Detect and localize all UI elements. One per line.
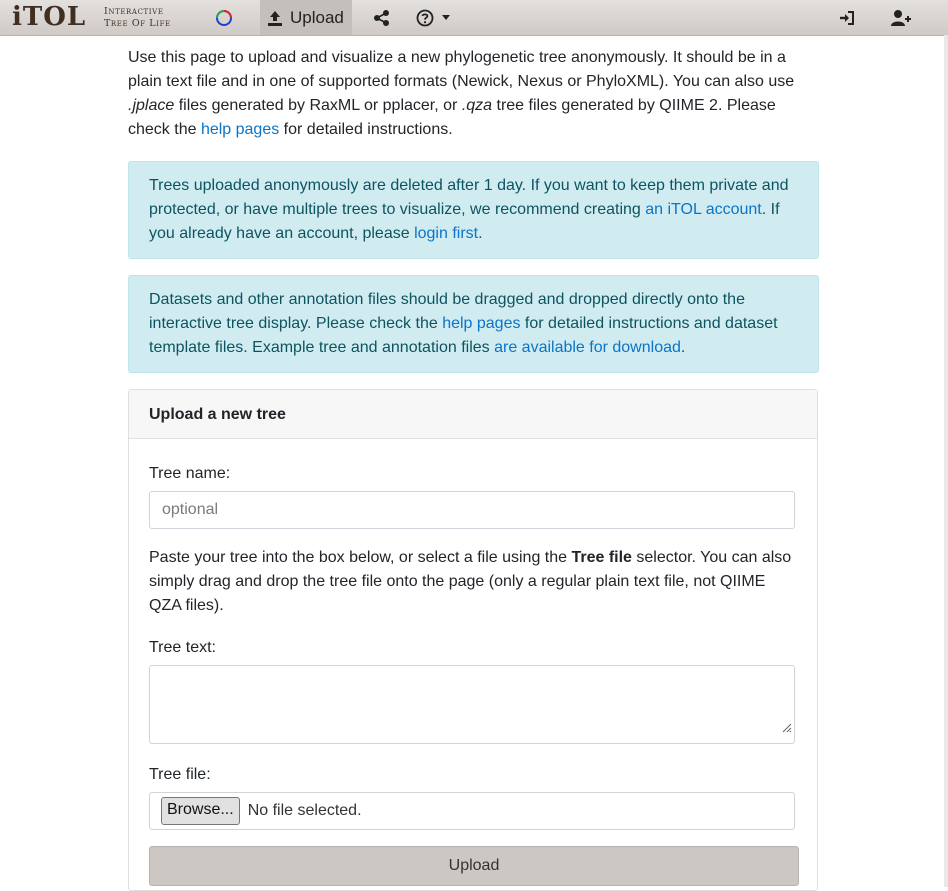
chevron-down-icon (442, 15, 450, 20)
intro-text-1: Use this page to upload and visualize a … (128, 49, 795, 90)
help-pages-link[interactable]: help pages (201, 121, 279, 138)
jplace-text: .jplace (128, 97, 175, 114)
top-navbar: iTOL Interactive Tree Of Life Upload (0, 0, 948, 36)
upload-button[interactable]: Upload (149, 846, 799, 886)
upload-icon (266, 9, 284, 27)
upload-tree-card: Upload a new tree Tree name: Paste your … (128, 389, 818, 891)
help-menu[interactable] (416, 0, 456, 35)
logo-subtitle-line1: Interactive (104, 6, 164, 17)
datasets-info-alert: Datasets and other annotation files shou… (128, 275, 819, 373)
resize-handle-icon[interactable] (780, 717, 792, 741)
logo-subtitle: Interactive Tree Of Life (104, 6, 204, 30)
paste-instructions: Paste your tree into the box below, or s… (149, 546, 799, 618)
scrollbar[interactable] (944, 35, 948, 887)
alert1-text-3: . (478, 225, 483, 242)
tree-text-area[interactable] (149, 665, 795, 744)
file-status-text: No file selected. (247, 802, 362, 819)
help-pages-link-2[interactable]: help pages (442, 315, 520, 332)
tree-name-label: Tree name: (149, 465, 231, 482)
intro-section: Use this page to upload and visualize a … (128, 46, 818, 142)
help-icon (416, 9, 434, 27)
paste-text-1: Paste your tree into the box below, or s… (149, 549, 572, 566)
intro-paragraph: Use this page to upload and visualize a … (128, 46, 818, 142)
nav-upload-tab[interactable]: Upload (260, 0, 352, 35)
intro-text-4: for detailed instructions. (279, 121, 453, 138)
tree-file-bold: Tree file (571, 549, 632, 566)
login-icon[interactable] (838, 0, 858, 35)
tree-text-label: Tree text: (149, 639, 216, 656)
itol-account-link[interactable]: an iTOL account (645, 201, 762, 218)
palette-icon[interactable] (214, 0, 236, 35)
register-user-icon[interactable] (890, 0, 914, 35)
logo-subtitle-line2: Tree Of Life (104, 18, 171, 29)
tree-name-input[interactable] (149, 491, 795, 529)
anonymous-upload-alert: Trees uploaded anonymously are deleted a… (128, 161, 819, 259)
login-first-link[interactable]: login first (414, 225, 478, 242)
alert2-text-3: . (680, 339, 686, 356)
share-icon[interactable] (373, 0, 393, 35)
qza-text: .qza (461, 97, 493, 114)
tree-file-input[interactable]: Browse... No file selected. (149, 792, 795, 830)
tree-file-label: Tree file: (149, 766, 211, 783)
download-examples-link[interactable]: are available for download (494, 339, 681, 356)
card-title: Upload a new tree (129, 390, 817, 439)
intro-text-2: files generated by RaxML or pplacer, or (174, 97, 462, 114)
nav-upload-label: Upload (290, 7, 344, 27)
logo-title: iTOL (12, 2, 87, 32)
browse-button[interactable]: Browse... (161, 797, 240, 825)
